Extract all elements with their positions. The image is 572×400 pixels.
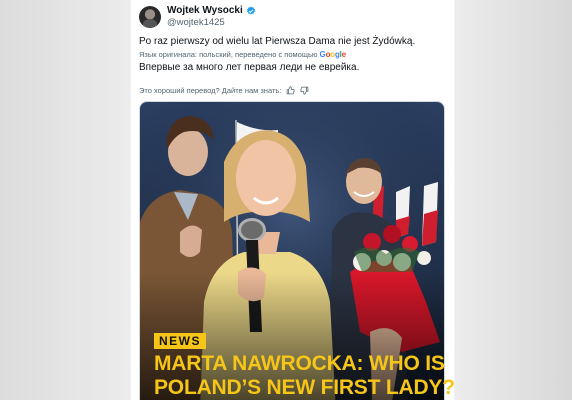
author-names: Wojtek Wysocki @wojtek1425	[167, 5, 256, 29]
thumbs-down-icon[interactable]	[300, 86, 309, 95]
translation-meta-label: Язык оригинала: польский, переведено с п…	[139, 50, 318, 59]
google-logo: Google	[319, 50, 347, 59]
news-badge: NEWS	[154, 333, 206, 349]
feedback-prompt: Это хороший перевод? Дайте нам знать:	[139, 86, 282, 95]
thumbs-up-icon[interactable]	[286, 86, 295, 95]
headline-line-2: POLAND’S NEW FIRST LADY?	[154, 376, 455, 399]
background-right	[455, 0, 572, 400]
verified-badge-icon	[246, 6, 255, 15]
tweet-card[interactable]: Wojtek Wysocki @wojtek1425 Po raz pierws…	[130, 0, 455, 400]
avatar[interactable]	[139, 6, 161, 28]
translation-meta: Язык оригинала: польский, переведено с п…	[139, 50, 346, 59]
tweet-header: Wojtek Wysocki @wojtek1425	[139, 4, 256, 30]
background-left	[0, 0, 130, 400]
translation-feedback: Это хороший перевод? Дайте нам знать:	[139, 86, 309, 95]
display-name-row: Wojtek Wysocki	[167, 5, 256, 17]
display-name[interactable]: Wojtek Wysocki	[167, 5, 243, 17]
headline-line-1: MARTA NAWROCKA: WHO IS	[154, 352, 445, 375]
tweet-original-text: Po raz pierwszy od wielu lat Pierwsza Da…	[139, 36, 416, 47]
tweet-translated-text: Впервые за много лет первая леди не евре…	[139, 62, 360, 73]
author-handle[interactable]: @wojtek1425	[167, 17, 256, 29]
media-headline: MARTA NAWROCKA: WHO IS POLAND’S NEW FIRS…	[154, 352, 454, 400]
